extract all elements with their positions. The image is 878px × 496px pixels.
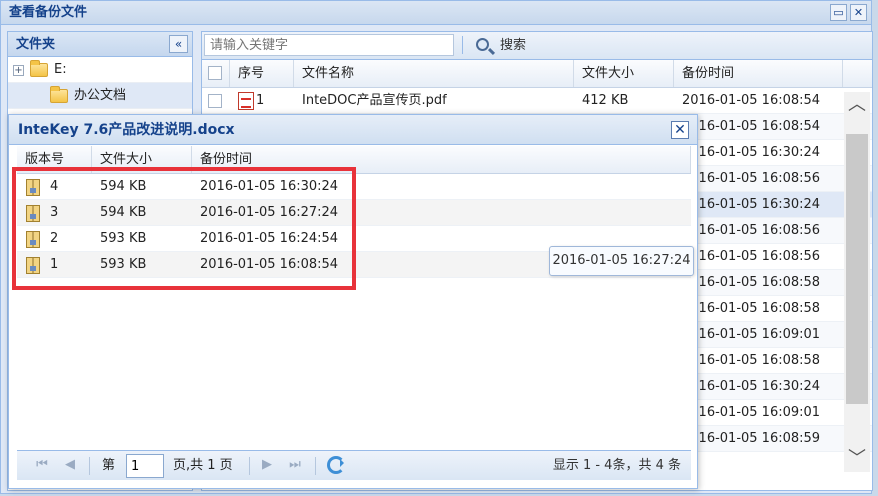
tree-item-label: 办公文档 — [74, 88, 127, 103]
dialog-close-icon[interactable]: ✕ — [671, 121, 689, 139]
page-suffix: 页,共 1 页 — [173, 458, 233, 473]
file-time-cell: 2016-01-05 16:09:01 — [682, 327, 821, 342]
highlight-annotation-box — [12, 167, 356, 290]
expand-icon[interactable]: + — [13, 65, 24, 76]
window-title: 查看备份文件 — [1, 1, 871, 25]
file-time-cell: 2016-01-05 16:08:56 — [682, 223, 821, 238]
select-all-checkbox-cell[interactable] — [202, 60, 230, 87]
file-no: 1 — [256, 93, 265, 108]
scroll-down-icon[interactable]: ﹀ — [848, 450, 866, 468]
folder-panel-title: 文件夹 — [8, 32, 192, 57]
pdf-file-icon — [238, 91, 254, 110]
row-checkbox[interactable] — [208, 94, 222, 108]
dialog-title: InteKey 7.6产品改进说明.docx — [9, 115, 697, 145]
column-header-no[interactable]: 序号 — [230, 60, 294, 87]
last-page-icon[interactable]: ⏭ — [287, 457, 303, 473]
collapse-panel-button[interactable]: « — [169, 35, 188, 53]
file-no-cell: 1 — [230, 88, 294, 113]
pager-separator — [249, 457, 250, 475]
file-time-cell: 2016-01-05 16:08:54 — [682, 93, 821, 108]
file-time-cell: 2016-01-05 16:08:59 — [682, 431, 821, 446]
search-button[interactable]: 搜索 — [474, 35, 526, 57]
search-icon — [476, 38, 489, 51]
search-input[interactable] — [204, 34, 454, 56]
next-page-icon[interactable]: ▶ — [259, 457, 275, 473]
restore-icon[interactable]: ▭ — [830, 4, 847, 21]
file-time-cell: 2016-01-05 16:08:58 — [682, 353, 821, 368]
time-tooltip: 2016-01-05 16:27:24 — [549, 246, 694, 276]
file-grid-header: 序号 文件名称 文件大小 备份时间 — [202, 60, 872, 88]
file-time-cell: 2016-01-05 16:30:24 — [682, 145, 821, 160]
pager-separator — [89, 457, 90, 475]
file-time-cell: 2016-01-05 16:30:24 — [682, 379, 821, 394]
refresh-icon[interactable] — [327, 456, 345, 474]
search-button-label: 搜索 — [500, 38, 527, 53]
column-header-name[interactable]: 文件名称 — [294, 60, 574, 87]
page-prefix: 第 — [102, 458, 116, 473]
toolbar: 搜索 — [202, 32, 872, 60]
file-time-cell: 2016-01-05 16:08:56 — [682, 249, 821, 264]
scroll-up-icon[interactable]: ︿ — [848, 96, 866, 114]
pagination-bar: ⏮ ◀ 第 页,共 1 页 ▶ ⏭ 显示 1 - 4条，共 4 条 — [17, 450, 691, 480]
prev-page-icon[interactable]: ◀ — [62, 457, 78, 473]
paging-display-info: 显示 1 - 4条，共 4 条 — [552, 458, 681, 473]
page-number-input[interactable] — [126, 454, 164, 478]
file-table-row[interactable]: 1 InteDOC产品宣传页.pdf 412 KB 2016-01-05 16:08:… — [202, 88, 872, 114]
vertical-scrollbar[interactable]: ︿ ﹀ — [844, 92, 870, 472]
column-header-time[interactable]: 备份时间 — [674, 60, 843, 87]
file-time-cell: 2016-01-05 16:08:54 — [682, 119, 821, 134]
first-page-icon[interactable]: ⏮ — [34, 457, 50, 473]
toolbar-separator — [462, 36, 463, 54]
folder-icon — [30, 60, 48, 77]
file-time-cell: 2016-01-05 16:08:56 — [682, 171, 821, 186]
file-time-cell: 2016-01-05 16:09:01 — [682, 405, 821, 420]
select-all-checkbox[interactable] — [208, 66, 222, 80]
file-name-cell: InteDOC产品宣传页.pdf — [302, 93, 447, 108]
scrollbar-thumb[interactable] — [846, 134, 868, 404]
column-header-size[interactable]: 文件大小 — [574, 60, 674, 87]
file-time-cell: 2016-01-05 16:08:58 — [682, 275, 821, 290]
row-checkbox-cell[interactable] — [202, 88, 230, 113]
file-time-cell: 2016-01-05 16:08:58 — [682, 301, 821, 316]
tree-item-e-drive[interactable]: + E: — [8, 57, 192, 83]
pager-separator — [315, 457, 316, 475]
file-time-cell: 2016-01-05 16:30:24 — [682, 197, 821, 212]
close-icon[interactable]: ✕ — [850, 4, 867, 21]
tree-item-label: E: — [54, 62, 67, 77]
file-size-cell: 412 KB — [582, 93, 629, 108]
tree-item-office-docs[interactable]: 办公文档 — [8, 83, 192, 109]
folder-icon — [50, 86, 68, 103]
